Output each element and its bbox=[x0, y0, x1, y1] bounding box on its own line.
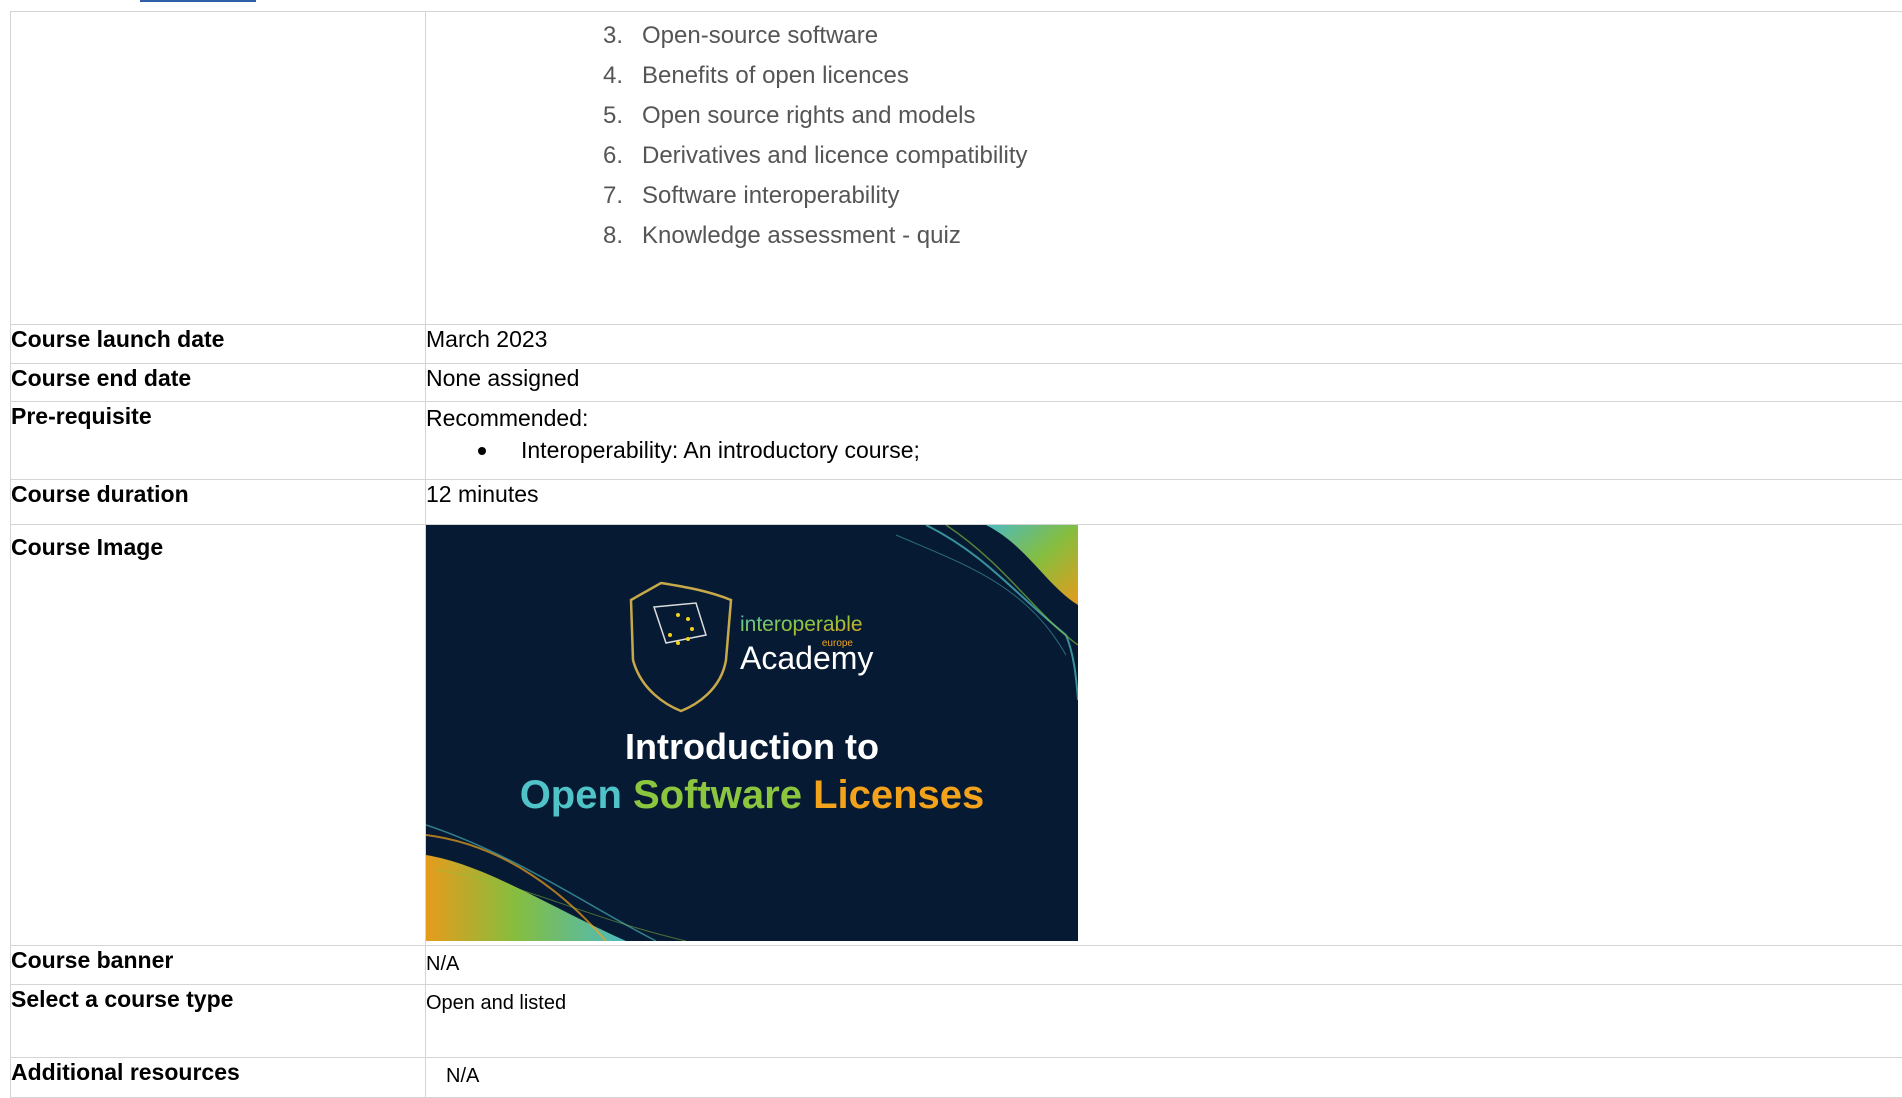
list-text: Interoperability: An introductory course… bbox=[521, 437, 920, 463]
list-text: Software interoperability bbox=[642, 180, 899, 212]
image-title-licenses: Licenses bbox=[813, 773, 984, 817]
list-number: 4. bbox=[583, 60, 623, 92]
logo-main-text: Academy bbox=[740, 640, 873, 676]
list-item: 6. Derivatives and licence compatibility bbox=[11, 140, 1902, 180]
list-text: Open-source software bbox=[642, 20, 878, 52]
banner-value: N/A bbox=[426, 946, 1902, 985]
list-text: Benefits of open licences bbox=[642, 60, 909, 92]
duration-row: Course duration 12 minutes bbox=[11, 480, 1902, 525]
launch-date-label: Course launch date bbox=[11, 325, 426, 364]
syllabus-row: 3. Open-source software 4. Benefits of ope… bbox=[11, 12, 1902, 325]
list-item: 7. Software interoperability bbox=[11, 180, 1902, 220]
course-type-value: Open and listed bbox=[426, 985, 1902, 1058]
list-text: Open source rights and models bbox=[642, 100, 976, 132]
image-title-software: Software bbox=[633, 773, 813, 817]
launch-date-value: March 2023 bbox=[426, 325, 1902, 364]
syllabus-list: 3. Open-source software 4. Benefits of ope… bbox=[11, 12, 1902, 260]
end-date-label: Course end date bbox=[11, 364, 426, 402]
list-item: 3. Open-source software bbox=[11, 20, 1902, 60]
duration-value: 12 minutes bbox=[426, 480, 1902, 525]
banner-row: Course banner N/A bbox=[11, 946, 1902, 985]
list-text: Knowledge assessment - quiz bbox=[642, 220, 961, 252]
course-details-table: 3. Open-source software 4. Benefits of ope… bbox=[10, 11, 1902, 1098]
syllabus-value-cell: 3. Open-source software 4. Benefits of ope… bbox=[426, 12, 1902, 325]
end-date-value: None assigned bbox=[426, 364, 1902, 402]
course-image-art: interoperable europe Academy Introductio… bbox=[426, 525, 1078, 941]
course-image-cell: interoperable europe Academy Introductio… bbox=[426, 525, 1902, 946]
list-item: 5. Open source rights and models bbox=[11, 100, 1902, 140]
list-number: 7. bbox=[583, 180, 623, 212]
list-number: 3. bbox=[583, 20, 623, 52]
course-image-row: Course Image bbox=[11, 525, 1902, 946]
course-image: interoperable europe Academy Introductio… bbox=[426, 525, 1078, 941]
course-type-row: Select a course type Open and listed bbox=[11, 985, 1902, 1058]
logo-top-text: interoperable bbox=[740, 613, 863, 636]
list-item: 8. Knowledge assessment - quiz bbox=[11, 220, 1902, 260]
course-type-label: Select a course type bbox=[11, 985, 426, 1058]
prerequisite-list: Interoperability: An introductory course… bbox=[426, 432, 1902, 468]
list-number: 8. bbox=[583, 220, 623, 252]
svg-text:Open Software: Open Software Licenses bbox=[520, 773, 985, 817]
list-item: Interoperability: An introductory course… bbox=[426, 432, 1902, 468]
launch-date-row: Course launch date March 2023 bbox=[11, 325, 1902, 364]
list-item: 4. Benefits of open licences bbox=[11, 60, 1902, 100]
course-image-label: Course Image bbox=[11, 525, 426, 946]
duration-label: Course duration bbox=[11, 480, 426, 525]
list-number: 5. bbox=[583, 100, 623, 132]
prerequisite-row: Pre-requisite Recommended: Interoperabil… bbox=[11, 402, 1902, 480]
banner-label: Course banner bbox=[11, 946, 426, 985]
prerequisite-label: Pre-requisite bbox=[11, 402, 426, 480]
image-title-line1: Introduction to bbox=[625, 726, 879, 767]
end-date-row: Course end date None assigned bbox=[11, 364, 1902, 402]
list-number: 6. bbox=[583, 140, 623, 172]
bullet-icon bbox=[478, 447, 486, 455]
list-text: Derivatives and licence compatibility bbox=[642, 140, 1028, 172]
prerequisite-value-cell: Recommended: Interoperability: An introd… bbox=[426, 402, 1902, 480]
prerequisite-value: Recommended: bbox=[426, 404, 1902, 432]
header-link-underline bbox=[140, 0, 256, 2]
image-title-open: Open bbox=[520, 773, 633, 817]
